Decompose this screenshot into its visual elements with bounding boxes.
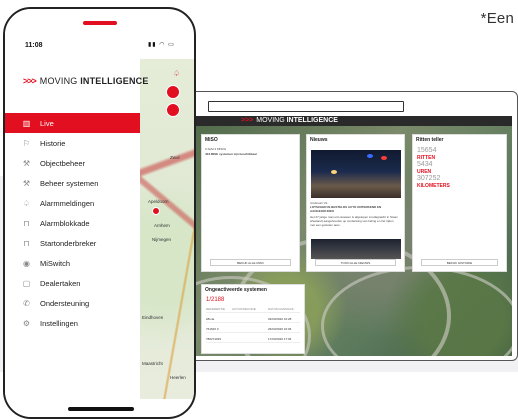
phone-icon: ✆ — [23, 298, 30, 308]
bell-icon: ♤ — [22, 198, 31, 208]
app-logo: >>> MOVING INTELLIGENCE — [23, 76, 149, 86]
menu-item-miswitch[interactable]: ◉ MiSwitch — [5, 253, 140, 273]
hours-value: 5434 — [417, 161, 433, 168]
map-view[interactable]: Zwol Apeldoorn Arnhem Nijmegen Maastrich… — [140, 59, 194, 399]
trips-value: 15654 — [417, 147, 437, 154]
map-city-label: Nijmegen — [152, 237, 172, 242]
lock-icon: ⊓ — [23, 238, 30, 248]
menu-item-ondersteuning[interactable]: ✆ Ondersteuning — [5, 293, 140, 313]
corner-note: *Een — [480, 10, 514, 27]
laptop-screen: >>> MOVING INTELLIGENCE MiSO 0 SoM 2 MISO… — [191, 116, 512, 356]
phone-frame: Zwol Apeldoorn Arnhem Nijmegen Maastrich… — [3, 7, 196, 419]
trip-counter-title: Ritten teller — [416, 137, 444, 143]
history-button[interactable]: BEKIJK HISTORIE — [421, 259, 498, 266]
vehicle-marker[interactable] — [152, 207, 160, 215]
gear-icon: ⚙ — [22, 318, 31, 328]
menu-item-dealertaken[interactable]: ▢ Dealertaken — [5, 273, 140, 293]
home-indicator[interactable] — [68, 407, 134, 411]
list-button[interactable] — [166, 103, 180, 117]
signal-icon: ◉ — [23, 258, 30, 268]
status-icons: ▮▮ ◠ ▭ — [148, 42, 175, 48]
miso-line: 403.MISE systemen zijn beschikbaar — [205, 152, 258, 156]
wrench-icon: ⚒ — [22, 178, 31, 188]
dashboard-logo: >>> MOVING INTELLIGENCE — [241, 117, 338, 124]
clipboard-icon: ▢ — [22, 278, 31, 288]
menu-item-historie[interactable]: ⚐ Historie — [5, 133, 140, 153]
news-body: Het 27 jarige man uit Lissewen is afgelo… — [310, 215, 398, 227]
miso-line: 0 SoM 2 MISOs — [205, 147, 227, 151]
km-value: 307252 — [417, 175, 441, 182]
wrench-icon: ⚒ — [22, 158, 31, 168]
inactive-systems-title: Ongeactiveerde systemen — [205, 287, 267, 293]
map-city-label: Zwol — [170, 155, 180, 160]
speaker-notch — [83, 21, 117, 25]
menu-item-instellingen[interactable]: ⚙ Instellingen — [5, 313, 140, 333]
map-icon: ▥ — [22, 118, 31, 128]
menu-item-startonderbreker[interactable]: ⊓ Startonderbreker — [5, 233, 140, 253]
table-row[interactable]: 786274929 17/03/2020 17:06 — [206, 335, 300, 343]
map-city-label: Apeldoorn — [148, 199, 169, 204]
km-label: KILOMETERS — [417, 183, 450, 189]
news-image — [311, 150, 401, 198]
laptop-address-bar — [208, 101, 404, 112]
map-city-label: Arnhem — [154, 223, 170, 228]
flag-icon: ⚐ — [22, 138, 31, 148]
miso-title: MiSO — [205, 137, 218, 143]
laptop-frame: >>> MOVING INTELLIGENCE MiSO 0 SoM 2 MISO… — [183, 91, 518, 361]
map-city-label: Eindhoven — [142, 315, 164, 320]
map-city-label: Heerlen — [170, 375, 186, 380]
menu-item-live[interactable]: ▥ Live — [5, 113, 140, 133]
menu-item-beheer-systemen[interactable]: ⚒ Beheer systemen — [5, 173, 140, 193]
inactive-systems-card: Ongeactiveerde systemen 1/2188 REFERENTI… — [201, 284, 305, 354]
news-title: Nieuws — [310, 137, 328, 143]
trip-counter-card: Ritten teller 15654 RITTEN 5434 UREN 307… — [412, 134, 507, 272]
status-time: 11:08 — [25, 42, 43, 49]
table-row[interactable]: 28mia 03/03/2020 10:28 — [206, 315, 300, 323]
table-row[interactable]: 761520 0 26/03/2020 16:06 — [206, 325, 300, 333]
inactive-count: 1/2188 — [206, 297, 225, 303]
layers-button[interactable] — [166, 85, 180, 99]
news-card: Nieuws 4 februari '21 LOTSCHER IN BESTEL… — [306, 134, 405, 272]
menu-item-alarmblokkade[interactable]: ⊓ Alarmblokkade — [5, 213, 140, 233]
dashboard-header: >>> MOVING INTELLIGENCE — [191, 116, 512, 126]
table-header: REFERENTIE ACTIVATIECODE DATUM AANMAAK — [206, 305, 300, 313]
miso-card: MiSO 0 SoM 2 MISOs 403.MISE systemen zij… — [201, 134, 300, 272]
screenshot-stage: *Een >>> MOVING INTELLIGENCE MiSO 0 SoM 2… — [0, 0, 518, 419]
menu-item-objectbeheer[interactable]: ⚒ Objectbeheer — [5, 153, 140, 173]
news-view-all-button[interactable]: TOON ALLE NIEUWS — [315, 259, 396, 266]
map-city-label: Maastricht — [142, 361, 163, 366]
lock-icon: ⊓ — [23, 218, 30, 228]
miso-view-all-button[interactable]: BEKIJK ALLE MiSO — [210, 259, 291, 266]
menu-item-alarmmeldingen[interactable]: ♤ Alarmmeldingen — [5, 193, 140, 213]
bell-icon[interactable]: ♤ — [173, 69, 180, 78]
news-headline[interactable]: LOTSCHER IN BESTELDS AUTO ONTERKEND EN A… — [310, 205, 399, 213]
news-image — [311, 239, 401, 259]
